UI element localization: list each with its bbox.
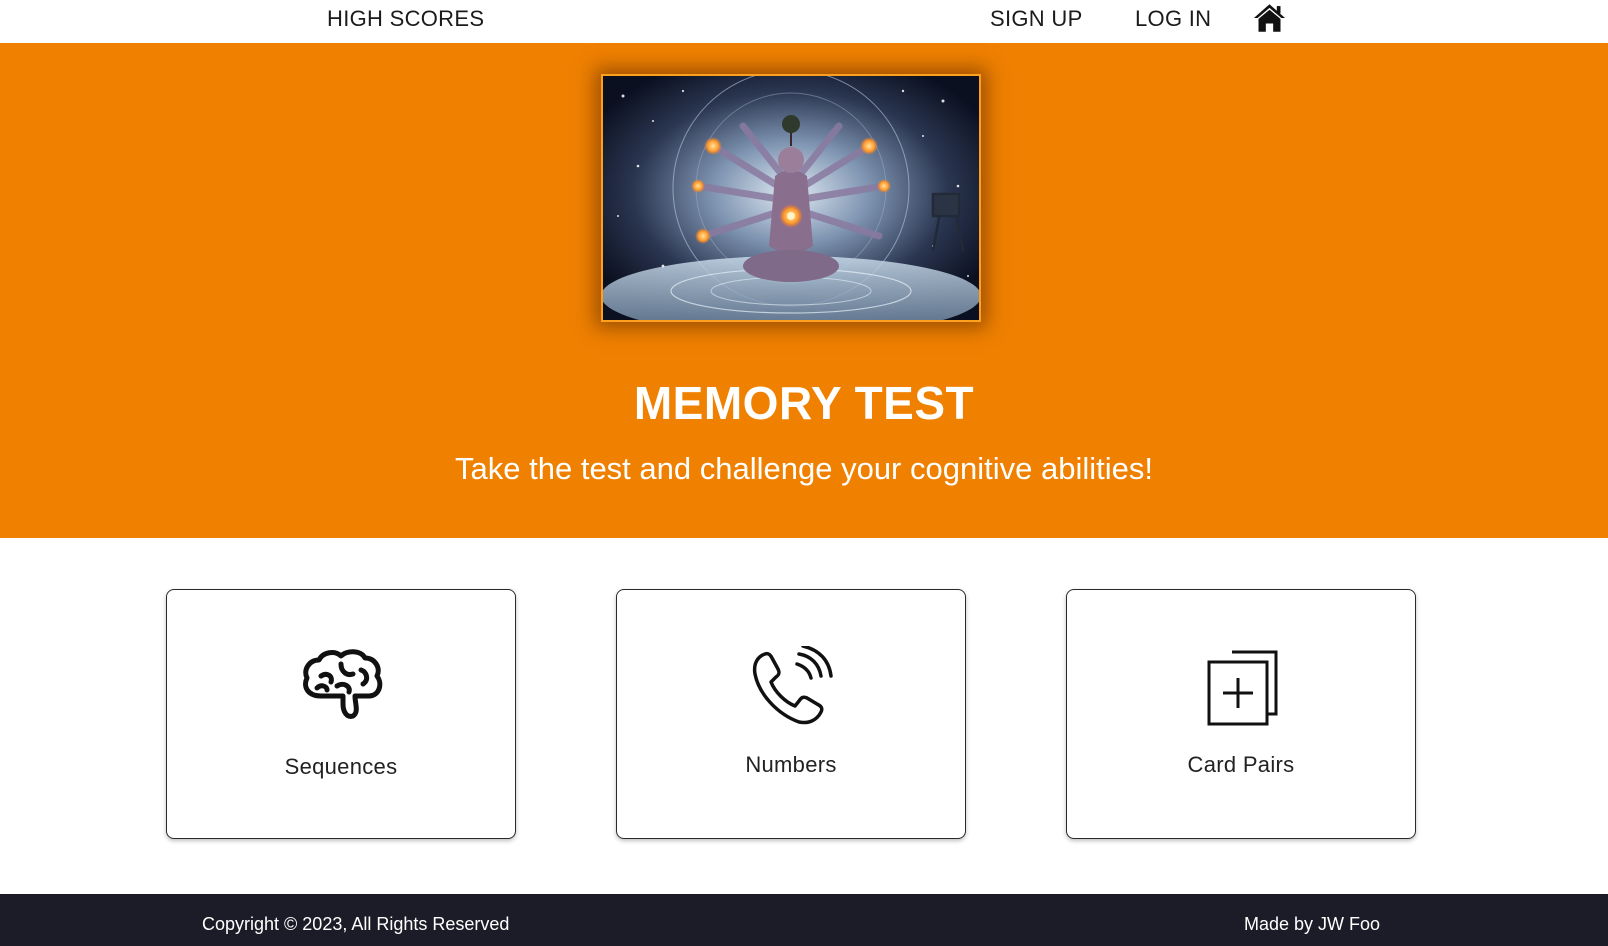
card-pairs-game-card[interactable]: Card Pairs	[1066, 589, 1416, 839]
page-footer: Copyright © 2023, All Rights Reserved Ma…	[0, 894, 1608, 946]
copyright-text: Copyright © 2023, All Rights Reserved	[202, 914, 510, 934]
cards-plus-icon	[1197, 646, 1287, 726]
hero-banner: MEMORY TEST Take the test and challenge …	[0, 43, 1608, 538]
cosmic-meditation-image	[601, 74, 981, 322]
page-title: MEMORY TEST	[633, 377, 975, 429]
phone-ringing-icon	[747, 646, 837, 726]
numbers-label: Numbers	[745, 752, 837, 777]
top-navbar: HIGH SCORES SIGN UP LOG IN	[0, 0, 1608, 43]
card-pairs-label: Card Pairs	[1187, 752, 1295, 777]
sequences-game-card[interactable]: Sequences	[166, 589, 516, 839]
nav-log-in-link[interactable]: LOG IN	[1135, 6, 1211, 32]
numbers-game-card[interactable]: Numbers	[616, 589, 966, 839]
nav-high-scores-link[interactable]: HIGH SCORES	[327, 6, 484, 32]
sequences-label: Sequences	[284, 754, 398, 779]
home-icon[interactable]	[1253, 2, 1286, 34]
page-subtitle: Take the test and challenge your cogniti…	[455, 451, 1153, 486]
nav-sign-up-link[interactable]: SIGN UP	[990, 6, 1083, 32]
brain-icon	[297, 646, 387, 726]
made-by-text: Made by JW Foo	[1243, 914, 1380, 934]
